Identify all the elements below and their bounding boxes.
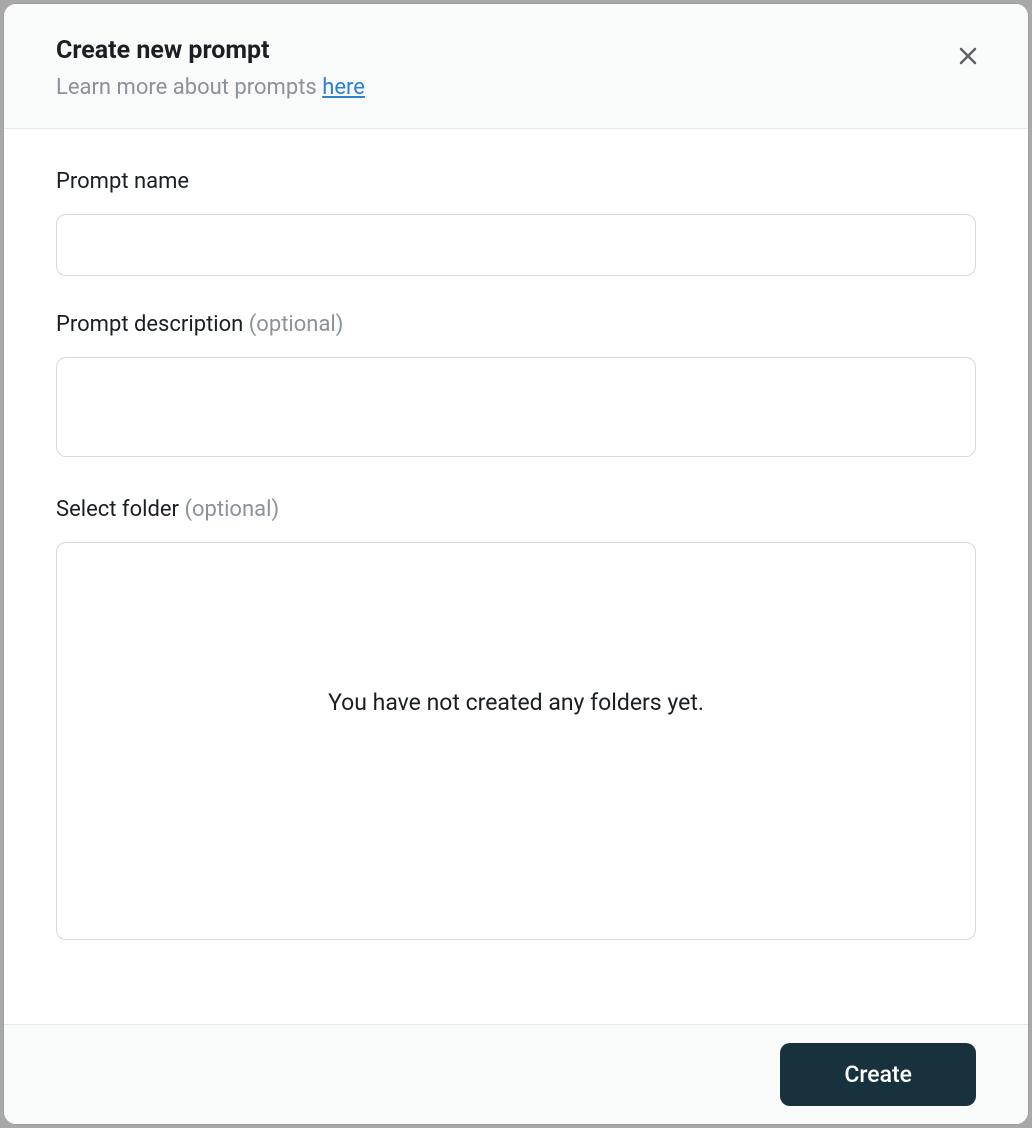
folder-empty-message: You have not created any folders yet. <box>328 689 704 716</box>
select-folder-group: Select folder (optional) You have not cr… <box>56 497 976 940</box>
create-prompt-modal: Create new prompt Learn more about promp… <box>4 4 1028 1124</box>
modal-subtitle: Learn more about prompts here <box>56 75 976 100</box>
prompt-description-group: Prompt description (optional) <box>56 312 976 461</box>
modal-body: Prompt name Prompt description (optional… <box>4 129 1028 1024</box>
prompt-description-input[interactable] <box>56 357 976 457</box>
prompt-description-label-text: Prompt description <box>56 312 249 337</box>
prompt-name-input[interactable] <box>56 214 976 276</box>
create-button[interactable]: Create <box>780 1043 976 1106</box>
close-button[interactable] <box>952 40 984 72</box>
close-icon <box>956 44 980 68</box>
folder-selection-box[interactable]: You have not created any folders yet. <box>56 542 976 940</box>
modal-header: Create new prompt Learn more about promp… <box>4 4 1028 129</box>
select-folder-optional: (optional) <box>184 497 279 522</box>
prompt-description-optional: (optional) <box>249 312 344 337</box>
modal-title: Create new prompt <box>56 36 976 65</box>
prompt-name-group: Prompt name <box>56 169 976 276</box>
prompt-name-label: Prompt name <box>56 169 976 194</box>
subtitle-text: Learn more about prompts <box>56 75 322 100</box>
learn-more-link[interactable]: here <box>322 75 365 100</box>
select-folder-label-text: Select folder <box>56 497 184 522</box>
modal-footer: Create <box>4 1024 1028 1124</box>
select-folder-label: Select folder (optional) <box>56 497 976 522</box>
prompt-description-label: Prompt description (optional) <box>56 312 976 337</box>
